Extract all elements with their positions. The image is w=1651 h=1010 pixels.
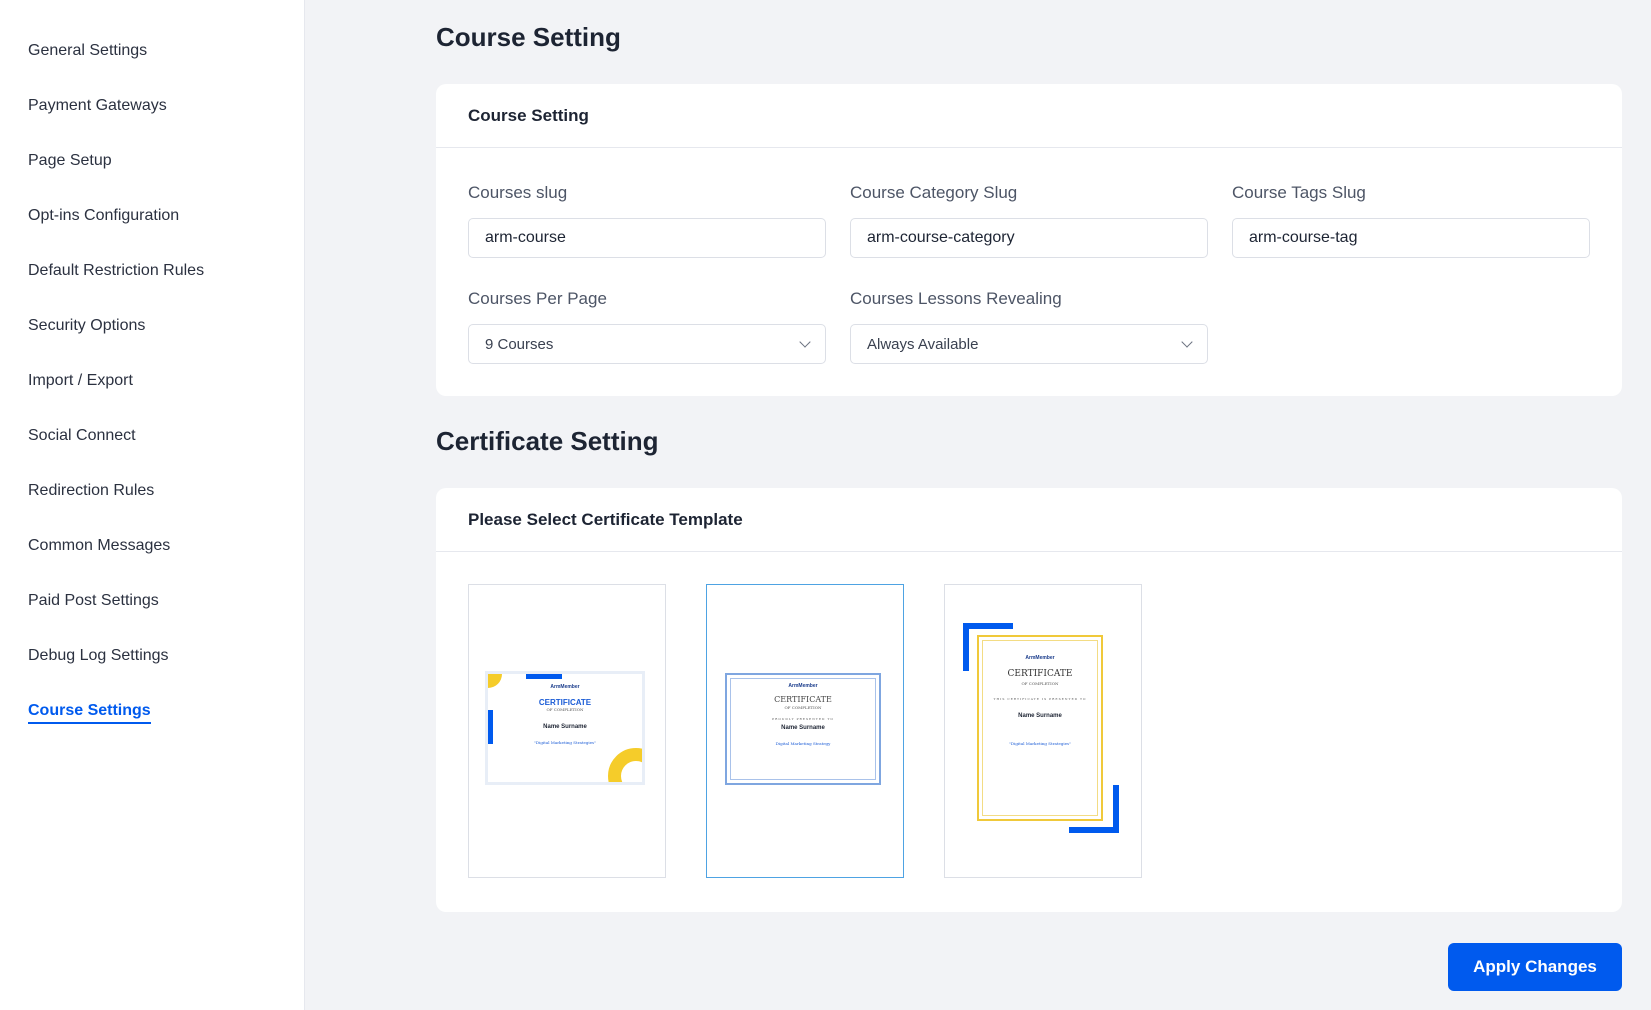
certificate-template-2[interactable]: ArmMember CERTIFICATE OF COMPLETION PROU… [706, 584, 904, 878]
certificate-presented: THIS CERTIFICATE IS PRESENTED TO [993, 697, 1087, 701]
sidebar-menu: General Settings Payment Gateways Page S… [0, 0, 304, 746]
certificate-setting-card: Please Select Certificate Template ArmMe… [436, 488, 1622, 912]
yellow-arc-shape [608, 748, 642, 782]
course-setting-card: Course Setting Courses slug Course Categ… [436, 84, 1622, 396]
courses-per-page-select[interactable]: 9 Courses [468, 324, 826, 364]
sidebar-item-opt-ins-configuration[interactable]: Opt-ins Configuration [0, 196, 304, 251]
courses-slug-label: Courses slug [468, 183, 568, 202]
certificate-name: Name Surname [781, 725, 825, 731]
sidebar-item-page-setup[interactable]: Page Setup [0, 141, 304, 196]
certificate-name: Name Surname [543, 724, 587, 730]
certificate-subheading: OF COMPLETION [1021, 681, 1059, 686]
courses-lessons-revealing-select[interactable]: Always Available [850, 324, 1208, 364]
courses-lessons-revealing-label: Courses Lessons Revealing [850, 289, 1062, 308]
certificate-setting-title: Certificate Setting [436, 426, 659, 456]
chevron-down-icon [799, 336, 811, 348]
certificate-heading: CERTIFICATE [1007, 669, 1073, 679]
certificate-subheading: OF COMPLETION [546, 707, 584, 712]
blue-bar-shape [526, 674, 562, 679]
certificate-heading: CERTIFICATE [538, 698, 592, 707]
certificate-template-3[interactable]: ArmMember CERTIFICATE OF COMPLETION THIS… [944, 584, 1142, 878]
course-setting-title: Course Setting [436, 22, 621, 52]
sidebar-item-paid-post-settings[interactable]: Paid Post Settings [0, 581, 304, 636]
certificate-template-1[interactable]: ArmMember CERTIFICATE OF COMPLETION Name… [468, 584, 666, 878]
certificate-card-header: Please Select Certificate Template [436, 488, 1622, 552]
certificate-preview-3: ArmMember CERTIFICATE OF COMPLETION THIS… [977, 635, 1103, 821]
sidebar-item-payment-gateways[interactable]: Payment Gateways [0, 86, 304, 141]
course-tags-slug-label: Course Tags Slug [1232, 183, 1366, 202]
sidebar-item-course-settings[interactable]: Course Settings [0, 691, 304, 746]
course-category-slug-input[interactable] [867, 229, 1187, 247]
apply-changes-button[interactable]: Apply Changes [1448, 943, 1622, 991]
courses-slug-field[interactable] [468, 218, 826, 258]
certificate-brand: ArmMember [1025, 655, 1055, 661]
sidebar-item-common-messages[interactable]: Common Messages [0, 526, 304, 581]
certificate-name: Name Surname [1018, 713, 1062, 719]
certificate-course: Digital Marketing Strategy [775, 741, 831, 746]
sidebar-item-general-settings[interactable]: General Settings [0, 31, 304, 86]
courses-per-page-value: 9 Courses [485, 335, 554, 353]
certificate-heading: CERTIFICATE [774, 695, 832, 704]
certificate-subheading: OF COMPLETION [784, 705, 822, 710]
sidebar-item-default-restriction-rules[interactable]: Default Restriction Rules [0, 251, 304, 306]
courses-lessons-revealing-value: Always Available [867, 335, 979, 353]
courses-per-page-label: Courses Per Page [468, 289, 607, 308]
courses-slug-input[interactable] [485, 229, 805, 247]
certificate-brand: ArmMember [550, 684, 580, 690]
settings-sidebar: General Settings Payment Gateways Page S… [0, 0, 305, 1010]
course-tags-slug-input[interactable] [1249, 229, 1569, 247]
certificate-course: "Digital Marketing Strategies" [1009, 741, 1071, 746]
course-setting-card-header: Course Setting [436, 84, 1622, 148]
sidebar-item-redirection-rules[interactable]: Redirection Rules [0, 471, 304, 526]
certificate-brand: ArmMember [788, 683, 818, 689]
sidebar-item-security-options[interactable]: Security Options [0, 306, 304, 361]
certificate-course: "Digital Marketing Strategies" [534, 740, 596, 745]
certificate-preview-2: ArmMember CERTIFICATE OF COMPLETION PROU… [725, 673, 881, 785]
chevron-down-icon [1181, 336, 1193, 348]
sidebar-item-social-connect[interactable]: Social Connect [0, 416, 304, 471]
course-tags-slug-field[interactable] [1232, 218, 1590, 258]
certificate-preview-1: ArmMember CERTIFICATE OF COMPLETION Name… [485, 671, 645, 785]
sidebar-item-import-export[interactable]: Import / Export [0, 361, 304, 416]
certificate-presented: PROUDLY PRESENTED TO [772, 717, 834, 721]
course-category-slug-field[interactable] [850, 218, 1208, 258]
sidebar-item-debug-log-settings[interactable]: Debug Log Settings [0, 636, 304, 691]
course-category-slug-label: Course Category Slug [850, 183, 1018, 202]
